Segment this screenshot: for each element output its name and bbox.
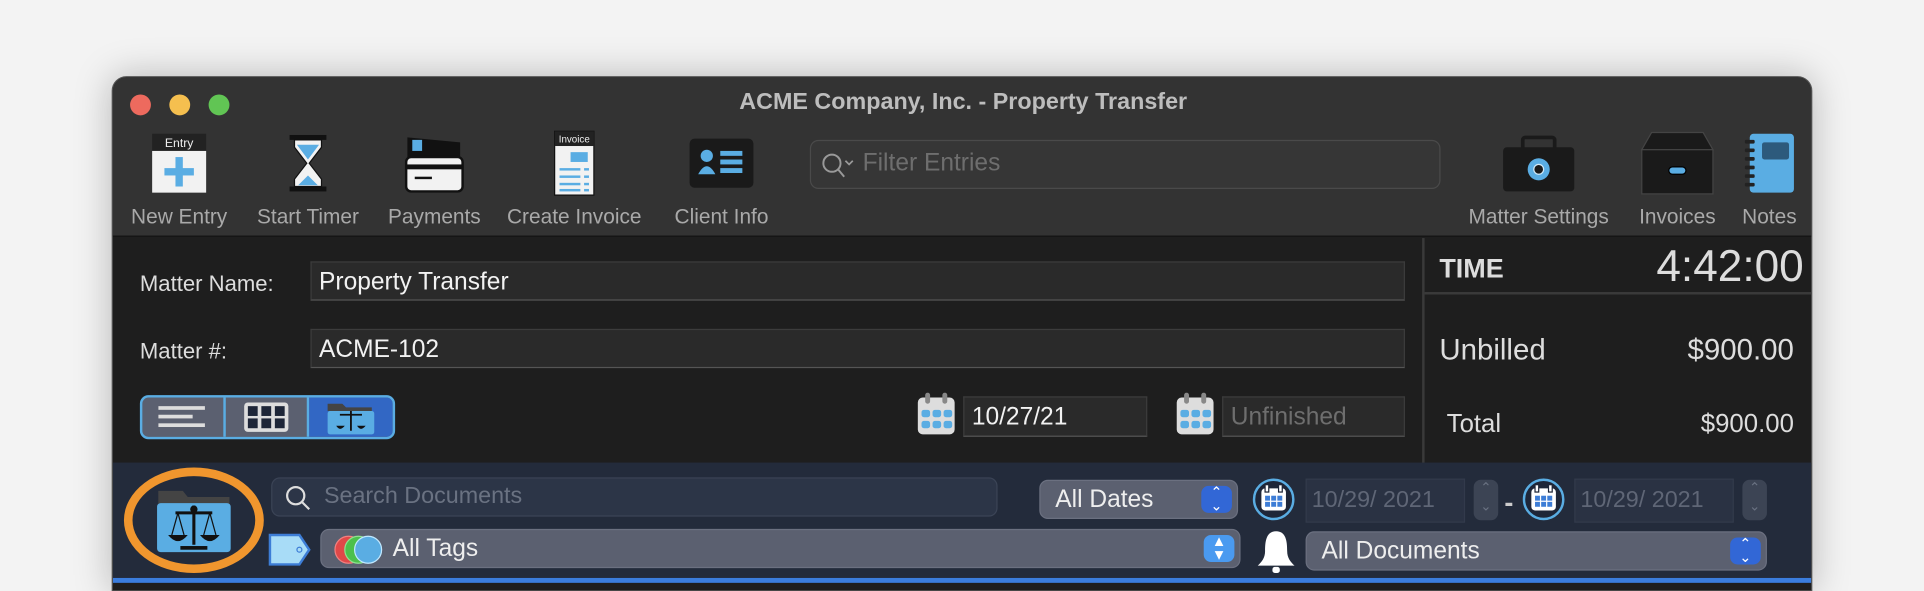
contact-card-icon [665, 131, 778, 195]
divider [1424, 292, 1812, 295]
payments-button[interactable]: Payments [380, 131, 488, 229]
matter-number-label: Matter #: [139, 338, 228, 364]
notes-label: Notes [1742, 204, 1797, 229]
search-documents-placeholder: Search Documents [323, 483, 523, 510]
filter-entries-input[interactable]: Filter Entries [809, 139, 1441, 189]
end-date-field[interactable]: Unfinished [1222, 396, 1405, 437]
toolbox-gear-icon [1453, 131, 1625, 195]
grid-view-button[interactable] [226, 397, 310, 437]
end-date-calendar-icon[interactable] [1176, 392, 1215, 437]
client-info-label: Client Info [674, 204, 769, 229]
date-from-stepper[interactable]: ⌃ ⌄ [1473, 479, 1499, 521]
documents-filter-value: All Documents [1321, 537, 1480, 565]
chevron-updown-icon: ⌃ ⌄ [1730, 536, 1761, 565]
list-icon [158, 406, 205, 428]
grid-icon [244, 402, 289, 432]
legal-folder-icon [157, 490, 231, 553]
total-value: $900.00 [1700, 409, 1794, 439]
documents-folder-button[interactable] [123, 467, 264, 574]
create-invoice-button[interactable]: Invoice Create Invoice [498, 130, 650, 229]
date-to-stepper[interactable]: ⌃ ⌄ [1742, 479, 1767, 521]
documents-filter-bar: Search Documents All Dates ⌃ ⌄ 10/29/ 202… [112, 462, 1812, 578]
list-view-button[interactable] [142, 397, 226, 437]
tag-icon[interactable] [267, 531, 311, 568]
create-invoice-label: Create Invoice [506, 204, 642, 229]
selection-bar [112, 577, 1812, 583]
matter-name-field[interactable]: Property Transfer [310, 261, 1405, 301]
total-label: Total [1446, 409, 1502, 439]
documents-filter-select[interactable]: All Documents ⌃ ⌄ [1305, 531, 1767, 571]
app-window: ACME Company, Inc. - Property Transfer E… [111, 76, 1813, 591]
bell-icon[interactable] [1254, 529, 1298, 576]
start-timer-button[interactable]: Start Timer [248, 131, 368, 229]
hourglass-icon [248, 131, 368, 195]
invoices-button[interactable]: Invoices [1632, 131, 1723, 229]
date-to-field[interactable]: 10/29/ 2021 [1574, 478, 1734, 523]
window-title: ACME Company, Inc. - Property Transfer [739, 89, 1188, 116]
payments-label: Payments [387, 204, 481, 229]
view-mode-segmented-control [139, 395, 396, 440]
matter-settings-label: Matter Settings [1468, 204, 1609, 229]
legal-folder-icon [327, 403, 375, 435]
date-to-calendar-icon[interactable] [1522, 477, 1566, 521]
client-info-button[interactable]: Client Info [665, 131, 778, 229]
date-from-calendar-icon[interactable] [1252, 477, 1296, 521]
invoice-icon: Invoice [498, 130, 650, 196]
matter-number-field[interactable]: ACME-102 [310, 328, 1405, 369]
color-tags-icon [334, 535, 383, 564]
time-value: 4:42:00 [1656, 240, 1804, 291]
new-entry-label: New Entry [131, 204, 228, 229]
new-entry-button[interactable]: Entry New Entry [125, 131, 233, 229]
search-icon [822, 153, 854, 178]
credit-card-icon [380, 131, 488, 195]
entry-badge: Entry [165, 136, 194, 150]
notebook-icon [1733, 131, 1807, 195]
toolbar: ACME Company, Inc. - Property Transfer E… [112, 77, 1812, 237]
invoice-badge: Invoice [559, 134, 591, 145]
matter-settings-button[interactable]: Matter Settings [1453, 131, 1625, 229]
tags-filter-select[interactable]: All Tags ▲ ▼ [320, 528, 1241, 569]
invoices-label: Invoices [1639, 204, 1716, 229]
date-from-field[interactable]: 10/29/ 2021 [1305, 478, 1466, 523]
start-date-field[interactable]: 10/27/21 [963, 396, 1148, 437]
unbilled-label: Unbilled [1439, 333, 1546, 367]
documents-view-button[interactable] [309, 397, 393, 437]
search-icon [286, 486, 310, 511]
file-cabinet-icon [1632, 131, 1723, 195]
notes-button[interactable]: Notes [1733, 131, 1807, 229]
time-label: TIME [1439, 252, 1504, 284]
unbilled-value: $900.00 [1687, 333, 1794, 367]
start-date-calendar-icon[interactable] [917, 392, 956, 437]
chevron-updown-icon: ⌃ ⌄ [1201, 485, 1232, 513]
chevron-updown-icon: ▲ ▼ [1203, 534, 1235, 562]
filter-placeholder: Filter Entries [862, 149, 1001, 177]
matter-name-label: Matter Name: [139, 271, 274, 296]
summary-panel: TIME 4:42:00 Unbilled $900.00 Total $900… [1422, 238, 1812, 466]
new-entry-icon: Entry [125, 131, 233, 195]
date-filter-value: All Dates [1055, 485, 1154, 513]
start-timer-label: Start Timer [256, 204, 359, 229]
date-filter-select[interactable]: All Dates ⌃ ⌄ [1039, 479, 1239, 520]
tags-filter-value: All Tags [392, 534, 479, 562]
search-documents-input[interactable]: Search Documents [271, 477, 998, 517]
date-range-separator: - [1504, 487, 1514, 518]
